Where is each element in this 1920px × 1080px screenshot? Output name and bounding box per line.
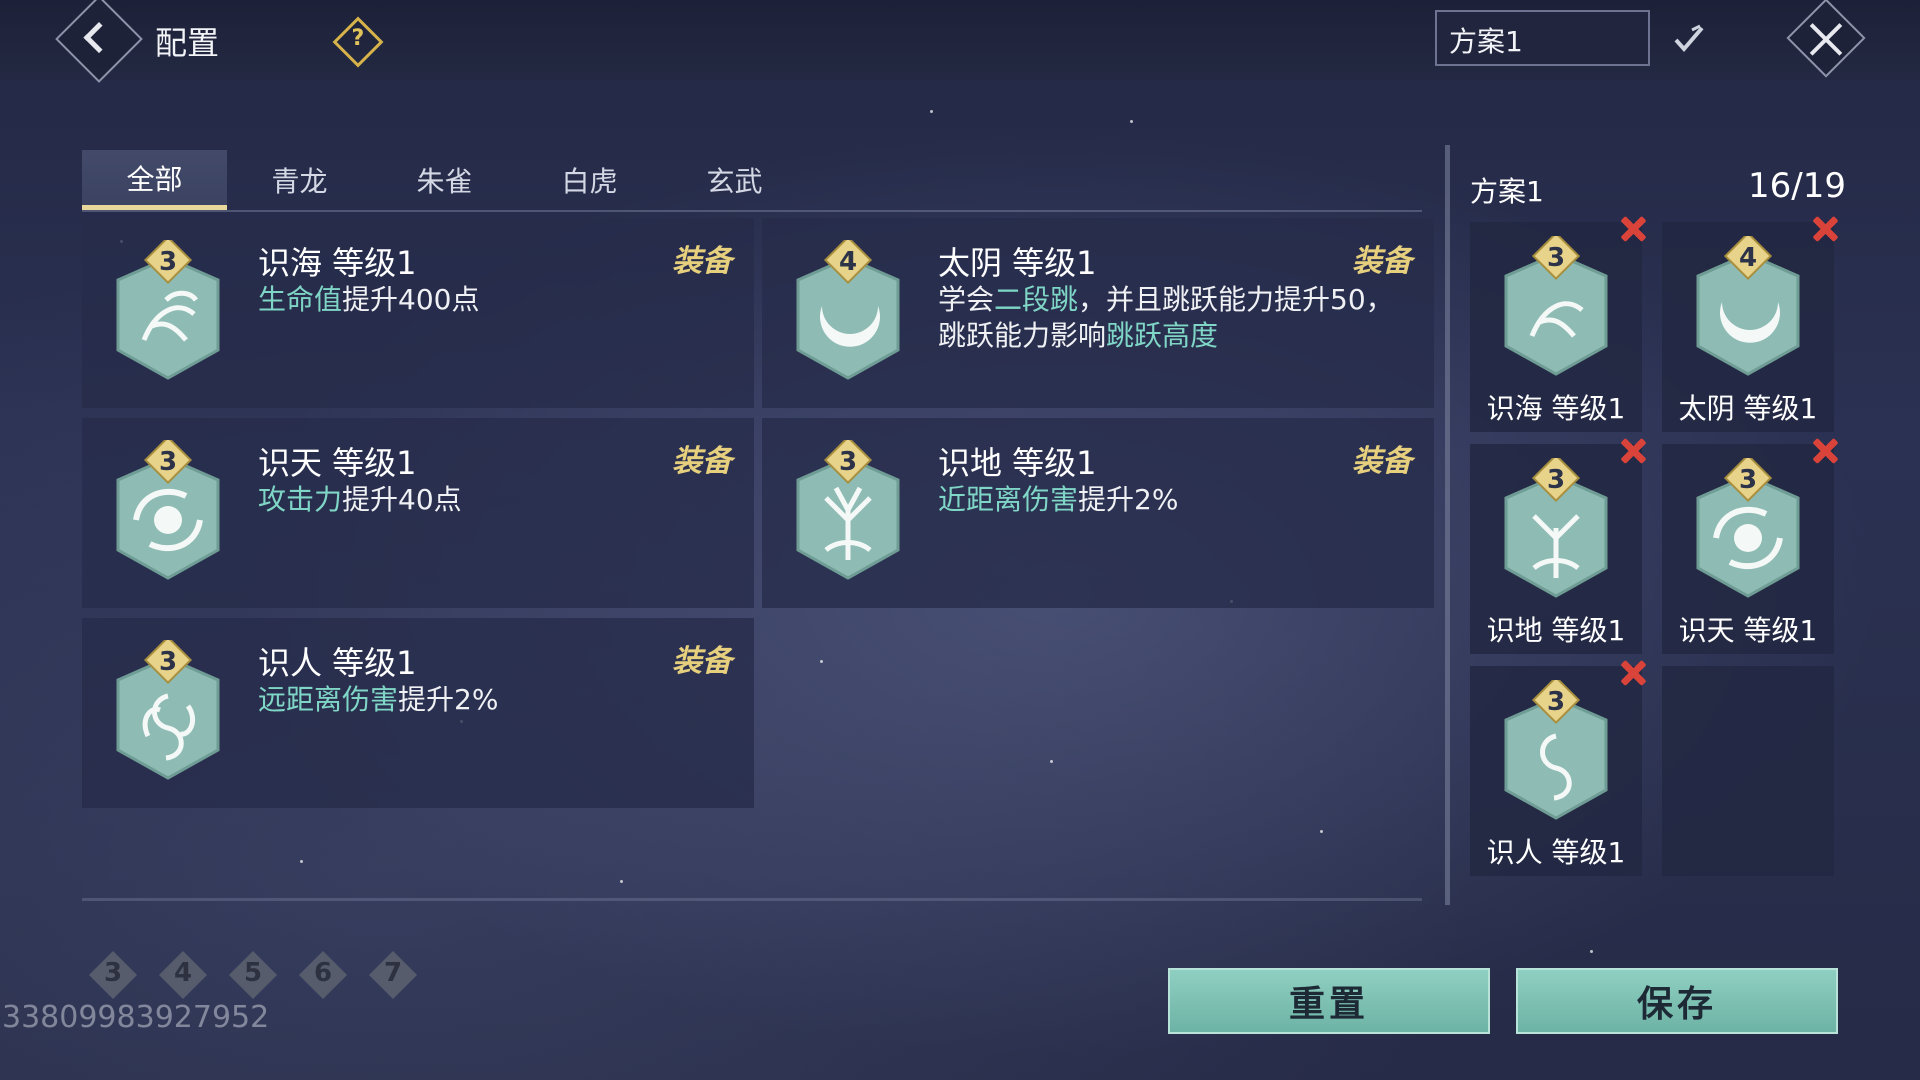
remove-icon[interactable] [1616,434,1650,468]
empty-slot[interactable] [1662,666,1834,876]
svg-text:3: 3 [159,247,177,277]
chevron-left-icon [83,22,115,54]
help-icon[interactable]: ? [332,16,384,68]
skill-card[interactable]: 3 识天 等级1 装备 攻击力提升40点 [82,418,754,608]
filter-level-5[interactable]: 5 [228,950,278,1000]
human-swirl-icon: 3 [1504,680,1608,820]
slot-name: 识地 等级1 [1486,614,1626,647]
filter-level-3[interactable]: 3 [88,950,138,1000]
skill-card[interactable]: 3 识地 等级1 装备 近距离伤害提升2% [762,418,1434,608]
back-button[interactable] [55,0,143,83]
tab-xuanwu[interactable]: 玄武 [662,150,807,210]
equipped-slot[interactable]: 3 识海 等级1 [1470,222,1642,432]
page-title: 配置 [155,24,220,62]
slot-name: 识天 等级1 [1678,614,1818,647]
tab-zhuque[interactable]: 朱雀 [372,150,517,210]
skill-description: 生命值提升400点 [258,283,480,316]
remove-icon[interactable] [1808,434,1842,468]
wave-bird-icon: 3 [1504,236,1608,376]
close-button[interactable] [1786,0,1866,78]
remove-icon[interactable] [1616,212,1650,246]
tree-icon: 3 [796,440,900,580]
skill-description: 近距离伤害提升2% [938,483,1179,516]
tab-all[interactable]: 全部 [82,150,227,210]
tab-baihu[interactable]: 白虎 [517,150,662,210]
user-id: 33809983927952 [2,1000,270,1035]
slot-name: 识人 等级1 [1486,836,1626,869]
human-swirl-icon: 3 [116,640,220,780]
save-button[interactable]: 保存 [1516,968,1838,1034]
skill-card[interactable]: 4 太阴 等级1 装备 学会二段跳，并且跳跃能力提升50，跳跃能力影响跳跃高度 [762,218,1434,408]
slot-name: 识海 等级1 [1486,392,1626,425]
filter-level-4[interactable]: 4 [158,950,208,1000]
skill-name: 识海 等级1 [258,244,417,282]
top-bar: 配置 ? 方案1 [0,0,1920,83]
scheme-title: 方案1 [1470,175,1544,208]
skill-name: 识人 等级1 [258,644,417,682]
crescent-moon-icon: 4 [1696,236,1800,376]
skill-description: 远距离伤害提升2% [258,683,499,716]
equipped-slot[interactable]: 4 太阴 等级1 [1662,222,1834,432]
svg-text:3: 3 [159,647,177,677]
skill-description: 学会二段跳，并且跳跃能力提升50，跳跃能力影响跳跃高度 [938,283,1394,352]
svg-text:3: 3 [159,447,177,477]
equip-button[interactable]: 装备 [672,436,732,480]
list-divider [82,898,1422,901]
skill-name: 太阴 等级1 [938,244,1097,282]
skill-description: 攻击力提升40点 [258,483,462,516]
svg-text:4: 4 [1739,243,1757,273]
equipped-slot[interactable]: 3 识天 等级1 [1662,444,1834,654]
tree-icon: 3 [1504,458,1608,598]
svg-text:3: 3 [1739,465,1757,495]
category-tabs: 全部 青龙 朱雀 白虎 玄武 [82,150,1422,212]
svg-text:3: 3 [839,447,857,477]
skill-name: 识天 等级1 [258,444,417,482]
equip-button[interactable]: 装备 [1352,436,1412,480]
scheme-selector[interactable]: 方案1 [1435,10,1650,66]
filter-level-6[interactable]: 6 [298,950,348,1000]
equip-button[interactable]: 装备 [672,236,732,280]
rename-icon[interactable] [1672,22,1706,56]
skill-card[interactable]: 3 识人 等级1 装备 远距离伤害提升2% [82,618,754,808]
panel-scrollbar[interactable] [1445,145,1450,905]
level-filters: 3 4 5 6 7 [88,950,418,1000]
wave-bird-icon: 3 [116,240,220,380]
remove-icon[interactable] [1616,656,1650,690]
skill-name: 识地 等级1 [938,444,1097,482]
svg-text:3: 3 [1547,687,1565,717]
equipped-slot[interactable]: 3 识人 等级1 [1470,666,1642,876]
equipped-slot[interactable]: 3 识地 等级1 [1470,444,1642,654]
svg-text:3: 3 [1547,243,1565,273]
skill-card[interactable]: 3 识海 等级1 装备 生命值提升400点 [82,218,754,408]
equip-button[interactable]: 装备 [672,636,732,680]
remove-icon[interactable] [1808,212,1842,246]
svg-text:4: 4 [839,247,857,277]
filter-level-7[interactable]: 7 [368,950,418,1000]
slot-name: 太阴 等级1 [1678,392,1818,425]
svg-text:3: 3 [1547,465,1565,495]
reset-button[interactable]: 重置 [1168,968,1490,1034]
slot-count: 16/19 [1748,166,1846,206]
crescent-moon-icon: 4 [796,240,900,380]
tab-qinglong[interactable]: 青龙 [227,150,372,210]
sun-swirl-icon: 3 [116,440,220,580]
equip-button[interactable]: 装备 [1352,236,1412,280]
sun-swirl-icon: 3 [1696,458,1800,598]
